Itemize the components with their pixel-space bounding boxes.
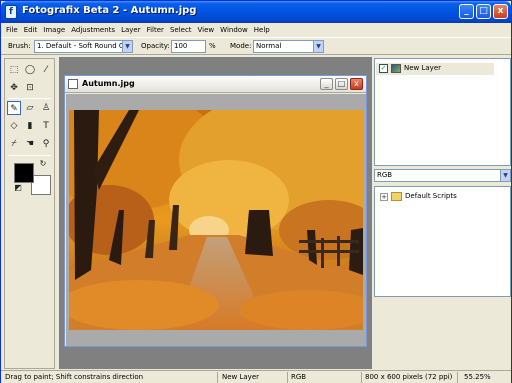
tools-panel: ⬚ ◯ ⁄ ✥ ⊡ ✎ ▱ ♙ ◇ ▮ T ⌿ ☚ ⚲ ↻ ◩ [4, 58, 55, 369]
options-bar: Brush: 1. Default - Soft Round G ▼ Opaci… [1, 37, 511, 55]
status-mode: RGB [291, 373, 307, 381]
autumn-photo[interactable] [69, 110, 363, 330]
move-icon[interactable]: ✥ [7, 81, 21, 95]
doc-minimize-button[interactable]: _ [320, 78, 333, 90]
menu-view[interactable]: View [195, 23, 218, 37]
menu-help[interactable]: Help [251, 23, 273, 37]
menu-window[interactable]: Window [217, 23, 251, 37]
menu-adjustments[interactable]: Adjustments [68, 23, 118, 37]
eyedropper-icon[interactable]: ⌿ [7, 137, 21, 151]
document-window: Autumn.jpg _ □ x [64, 75, 367, 347]
status-zoom: 55.25% [464, 373, 491, 381]
blend-mode-select[interactable]: Normal ▼ [253, 40, 324, 53]
menu-file[interactable]: File [1, 23, 21, 37]
document-icon [68, 79, 78, 89]
status-size: 800 x 600 pixels (72 ppi) [365, 373, 453, 381]
fill-bucket-icon[interactable]: ◇ [7, 119, 21, 133]
menu-filter[interactable]: Filter [144, 23, 167, 37]
brush-select-value: 1. Default - Soft Round G [37, 42, 125, 50]
crop-icon[interactable]: ⊡ [23, 81, 37, 95]
brush-label: Brush: [8, 42, 31, 50]
tools-divider [8, 155, 51, 156]
magic-wand-icon[interactable]: ⁄ [39, 63, 53, 77]
close-button[interactable]: x [493, 4, 508, 19]
foreground-color-swatch[interactable] [14, 163, 34, 183]
gradient-icon[interactable]: ▮ [23, 119, 37, 133]
menu-layer[interactable]: Layer [118, 23, 144, 37]
channel-mode-select[interactable]: RGB ▼ [374, 169, 511, 182]
status-divider [361, 372, 362, 383]
hand-icon[interactable]: ☚ [23, 137, 37, 151]
status-divider [287, 372, 288, 383]
menu-select[interactable]: Select [167, 23, 195, 37]
title-bar[interactable]: f Fotografix Beta 2 - Autumn.jpg _ □ x [1, 1, 511, 23]
layer-thumbnail [391, 64, 401, 73]
folder-icon [391, 192, 402, 201]
mode-label: Mode: [230, 42, 252, 50]
app-icon: f [5, 5, 17, 19]
status-bar: Drag to paint; Shift constrains directio… [1, 370, 511, 383]
zoom-icon[interactable]: ⚲ [39, 137, 53, 151]
window-title: Fotografix Beta 2 - Autumn.jpg [22, 5, 197, 16]
scripts-panel: + Default Scripts [374, 186, 511, 297]
chevron-down-icon[interactable]: ▼ [500, 170, 510, 181]
document-title: Autumn.jpg [82, 79, 135, 88]
blend-mode-value: Normal [256, 42, 282, 50]
status-divider [457, 372, 458, 383]
layers-panel: ✓ New Layer [374, 58, 511, 166]
background-color-swatch[interactable] [31, 175, 51, 195]
swap-colors-icon[interactable]: ↻ [38, 159, 48, 169]
ellipse-select-icon[interactable]: ◯ [23, 63, 37, 77]
layer-visibility-checkbox[interactable]: ✓ [379, 64, 388, 73]
layer-row[interactable]: ✓ New Layer [376, 63, 494, 75]
autumn-photo-image [69, 110, 363, 330]
channel-mode-value: RGB [377, 171, 393, 179]
status-divider [217, 372, 218, 383]
right-panel-empty [374, 299, 511, 369]
menu-edit[interactable]: Edit [21, 23, 41, 37]
status-layer: New Layer [222, 373, 260, 381]
text-icon[interactable]: T [39, 119, 53, 133]
minimize-button[interactable]: _ [459, 4, 474, 19]
tools-divider [8, 98, 51, 99]
menu-bar: File Edit Image Adjustments Layer Filter Selec… [1, 23, 511, 37]
chevron-down-icon[interactable]: ▼ [313, 41, 323, 52]
expand-icon[interactable]: + [380, 193, 388, 201]
status-hint: Drag to paint; Shift constrains directio… [5, 373, 144, 381]
eraser-icon[interactable]: ▱ [23, 101, 37, 115]
rect-select-icon[interactable]: ⬚ [7, 63, 21, 77]
brush-select[interactable]: 1. Default - Soft Round G ▼ [34, 40, 133, 53]
opacity-label: Opacity: [141, 42, 170, 50]
app-window: f Fotografix Beta 2 - Autumn.jpg _ □ x F… [0, 0, 512, 383]
doc-close-button[interactable]: x [350, 78, 363, 90]
document-title-bar[interactable]: Autumn.jpg _ □ x [65, 76, 366, 93]
brush-icon[interactable]: ✎ [7, 101, 21, 115]
layer-name: New Layer [404, 64, 442, 72]
chevron-down-icon[interactable]: ▼ [122, 41, 132, 52]
opacity-unit: % [209, 42, 216, 50]
script-folder-name[interactable]: Default Scripts [405, 192, 457, 200]
maximize-button[interactable]: □ [476, 4, 491, 19]
reset-colors-icon[interactable]: ◩ [13, 183, 23, 193]
menu-image[interactable]: Image [40, 23, 68, 37]
doc-maximize-button[interactable]: □ [335, 78, 348, 90]
clone-stamp-icon[interactable]: ♙ [39, 101, 53, 115]
opacity-input[interactable]: 100 [171, 40, 206, 53]
